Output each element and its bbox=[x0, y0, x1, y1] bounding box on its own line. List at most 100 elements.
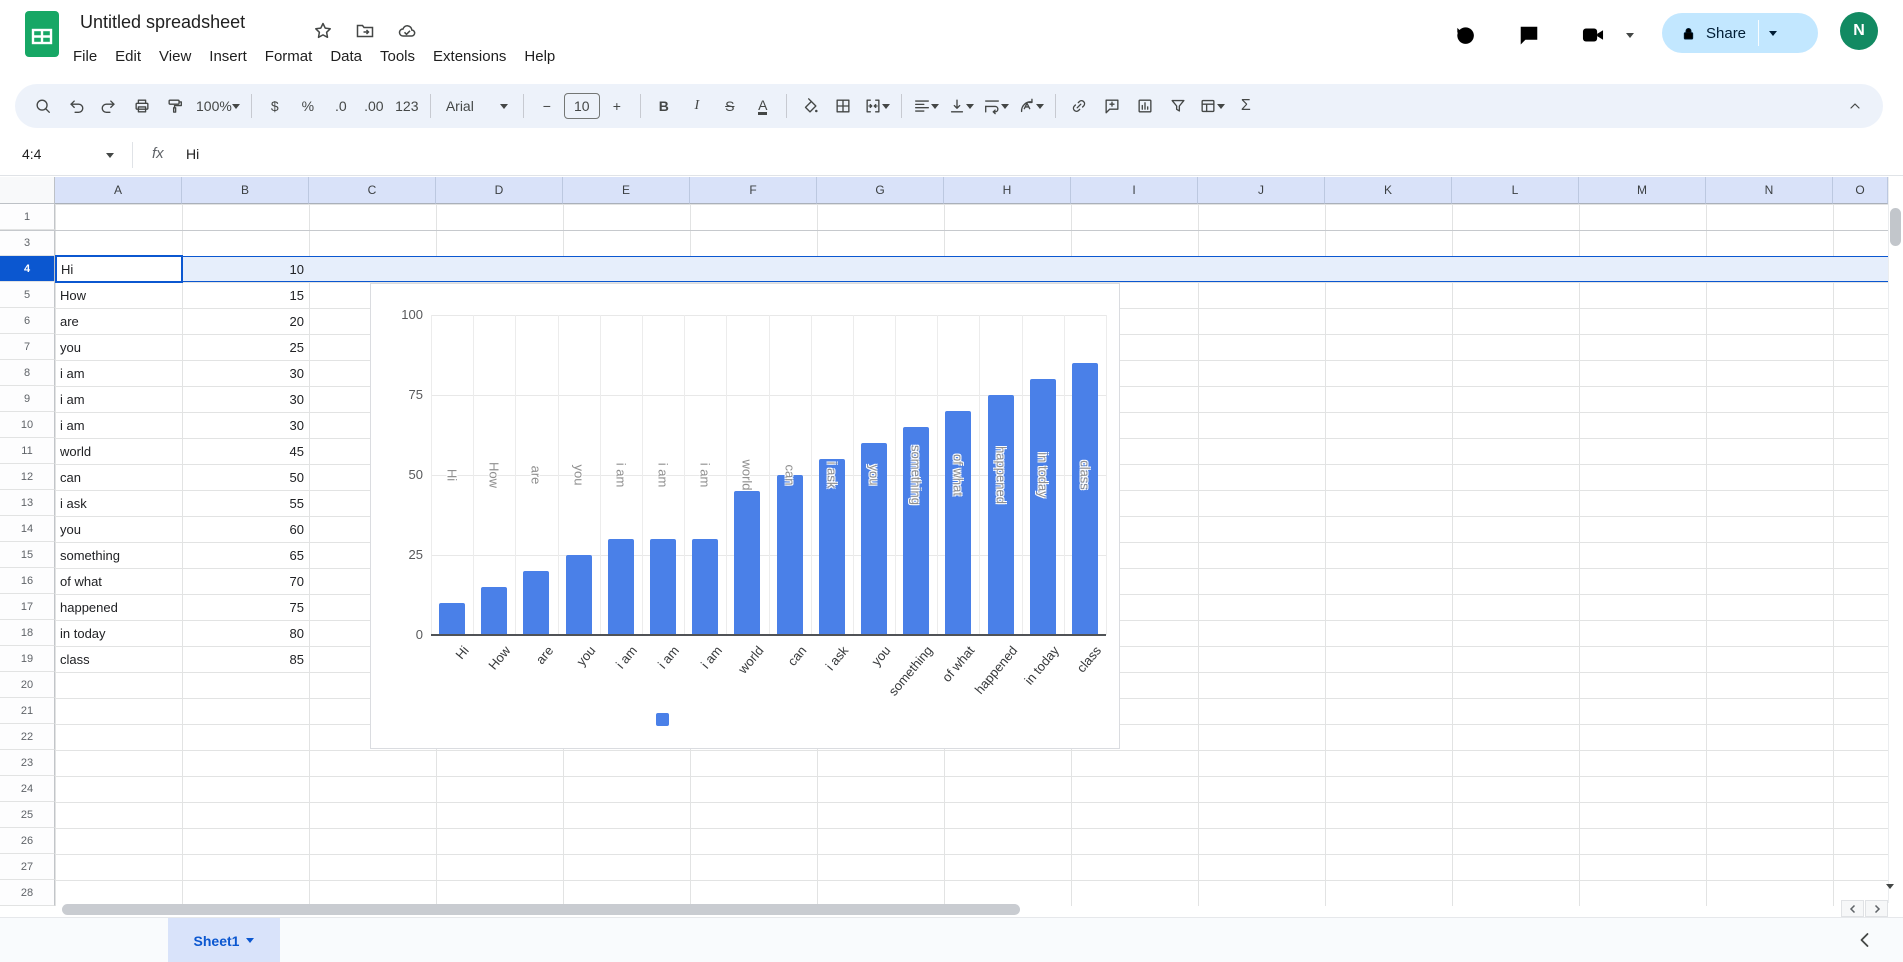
cell-A10[interactable]: i am bbox=[55, 412, 182, 438]
text-wrap-button[interactable] bbox=[979, 90, 1013, 122]
row-header-4[interactable]: 4 bbox=[0, 256, 55, 282]
row-header-27[interactable]: 27 bbox=[0, 854, 55, 880]
row-header-10[interactable]: 10 bbox=[0, 412, 55, 438]
row-header-13[interactable]: 13 bbox=[0, 490, 55, 516]
text-rotation-button[interactable] bbox=[1014, 90, 1048, 122]
name-box[interactable]: 4:4 bbox=[0, 134, 130, 176]
cell-A11[interactable]: world bbox=[55, 438, 182, 464]
cell-A7[interactable]: you bbox=[55, 334, 182, 360]
zoom-select[interactable]: 100% bbox=[192, 90, 244, 122]
row-header-15[interactable]: 15 bbox=[0, 542, 55, 568]
cell-A16[interactable]: of what bbox=[55, 568, 182, 594]
format-percent-button[interactable]: % bbox=[292, 90, 324, 122]
embedded-chart[interactable]: 0 25 50 75 100 Hi How are you i am i am i am world ca… bbox=[370, 283, 1120, 749]
menu-item-view[interactable]: View bbox=[150, 45, 200, 68]
paint-format-button[interactable] bbox=[159, 90, 191, 122]
cell-A6[interactable]: are bbox=[55, 308, 182, 334]
menu-item-edit[interactable]: Edit bbox=[106, 45, 150, 68]
comments-icon[interactable] bbox=[1516, 22, 1542, 48]
row-header-14[interactable]: 14 bbox=[0, 516, 55, 542]
functions-button[interactable]: Σ bbox=[1230, 90, 1262, 122]
active-cell-A4[interactable]: Hi bbox=[55, 255, 183, 283]
cell-A15[interactable]: something bbox=[55, 542, 182, 568]
menu-item-format[interactable]: Format bbox=[256, 45, 322, 68]
row-header-21[interactable]: 21 bbox=[0, 698, 55, 724]
all-sheets-button[interactable] bbox=[104, 929, 128, 953]
scroll-left-button[interactable] bbox=[1841, 900, 1864, 917]
column-header-C[interactable]: C bbox=[309, 177, 436, 204]
share-button[interactable]: Share bbox=[1662, 13, 1818, 53]
cell-B15[interactable]: 65 bbox=[182, 542, 309, 568]
merge-cells-button[interactable] bbox=[860, 90, 894, 122]
row-header-6[interactable]: 6 bbox=[0, 308, 55, 334]
cell-A5[interactable]: How bbox=[55, 282, 182, 308]
print-button[interactable] bbox=[126, 90, 158, 122]
row-header-17[interactable]: 17 bbox=[0, 594, 55, 620]
avatar[interactable]: N bbox=[1840, 12, 1878, 50]
cloud-status-icon[interactable] bbox=[397, 21, 417, 41]
cell-B12[interactable]: 50 bbox=[182, 464, 309, 490]
cell-A17[interactable]: happened bbox=[55, 594, 182, 620]
menu-item-file[interactable]: File bbox=[64, 45, 106, 68]
bold-button[interactable]: B bbox=[648, 90, 680, 122]
column-header-K[interactable]: K bbox=[1325, 177, 1452, 204]
text-color-button[interactable]: A bbox=[747, 90, 779, 122]
column-header-D[interactable]: D bbox=[436, 177, 563, 204]
vertical-scrollbar-thumb[interactable] bbox=[1890, 208, 1901, 246]
row-header-9[interactable]: 9 bbox=[0, 386, 55, 412]
row-header-19[interactable]: 19 bbox=[0, 646, 55, 672]
cell-A8[interactable]: i am bbox=[55, 360, 182, 386]
column-header-H[interactable]: H bbox=[944, 177, 1071, 204]
scroll-dropdown-caret[interactable] bbox=[1886, 884, 1894, 889]
more-formats-button[interactable]: 123 bbox=[391, 90, 423, 122]
column-header-J[interactable]: J bbox=[1198, 177, 1325, 204]
font-select[interactable]: Arial bbox=[438, 90, 516, 122]
row-header-3[interactable]: 3 bbox=[0, 230, 55, 256]
sheet-tab-sheet1[interactable]: Sheet1 bbox=[168, 918, 280, 962]
column-header-F[interactable]: F bbox=[690, 177, 817, 204]
meet-camera-icon[interactable] bbox=[1580, 22, 1606, 48]
row-header-28[interactable]: 28 bbox=[0, 880, 55, 906]
cell-A18[interactable]: in today bbox=[55, 620, 182, 646]
cell-B19[interactable]: 85 bbox=[182, 646, 309, 672]
column-header-O[interactable]: O bbox=[1833, 177, 1888, 204]
row-header-25[interactable]: 25 bbox=[0, 802, 55, 828]
fill-color-button[interactable] bbox=[794, 90, 826, 122]
menu-item-data[interactable]: Data bbox=[321, 45, 371, 68]
cell-B5[interactable]: 15 bbox=[182, 282, 309, 308]
column-header-I[interactable]: I bbox=[1071, 177, 1198, 204]
menu-item-insert[interactable]: Insert bbox=[200, 45, 256, 68]
cell-B8[interactable]: 30 bbox=[182, 360, 309, 386]
cell-A12[interactable]: can bbox=[55, 464, 182, 490]
meet-dropdown-caret[interactable] bbox=[1626, 33, 1634, 38]
row-header-18[interactable]: 18 bbox=[0, 620, 55, 646]
font-size-input[interactable]: 10 bbox=[563, 93, 600, 119]
row-header-8[interactable]: 8 bbox=[0, 360, 55, 386]
version-history-icon[interactable] bbox=[1452, 22, 1478, 48]
column-header-L[interactable]: L bbox=[1452, 177, 1579, 204]
horizontal-scrollbar-thumb[interactable] bbox=[62, 904, 1020, 915]
share-dropdown-caret[interactable] bbox=[1769, 30, 1778, 36]
horizontal-align-button[interactable] bbox=[909, 90, 943, 122]
cell-B13[interactable]: 55 bbox=[182, 490, 309, 516]
insert-chart-button[interactable] bbox=[1129, 90, 1161, 122]
collapse-panel-chevron-icon[interactable] bbox=[1853, 928, 1877, 952]
insert-comment-button[interactable] bbox=[1096, 90, 1128, 122]
row-header-16[interactable]: 16 bbox=[0, 568, 55, 594]
column-header-B[interactable]: B bbox=[182, 177, 309, 204]
cell-B7[interactable]: 25 bbox=[182, 334, 309, 360]
cell-B6[interactable]: 20 bbox=[182, 308, 309, 334]
decrease-font-size-button[interactable]: − bbox=[531, 90, 563, 122]
row-header-23[interactable]: 23 bbox=[0, 750, 55, 776]
sheets-logo-icon[interactable] bbox=[25, 11, 59, 57]
increase-decimals-button[interactable]: .00 bbox=[358, 90, 390, 122]
column-header-N[interactable]: N bbox=[1706, 177, 1833, 204]
vertical-align-button[interactable] bbox=[944, 90, 978, 122]
add-sheet-button[interactable] bbox=[58, 929, 82, 953]
row-header-26[interactable]: 26 bbox=[0, 828, 55, 854]
borders-button[interactable] bbox=[827, 90, 859, 122]
cell-B11[interactable]: 45 bbox=[182, 438, 309, 464]
select-all-corner[interactable] bbox=[0, 177, 55, 204]
row-header-20[interactable]: 20 bbox=[0, 672, 55, 698]
cell-B9[interactable]: 30 bbox=[182, 386, 309, 412]
